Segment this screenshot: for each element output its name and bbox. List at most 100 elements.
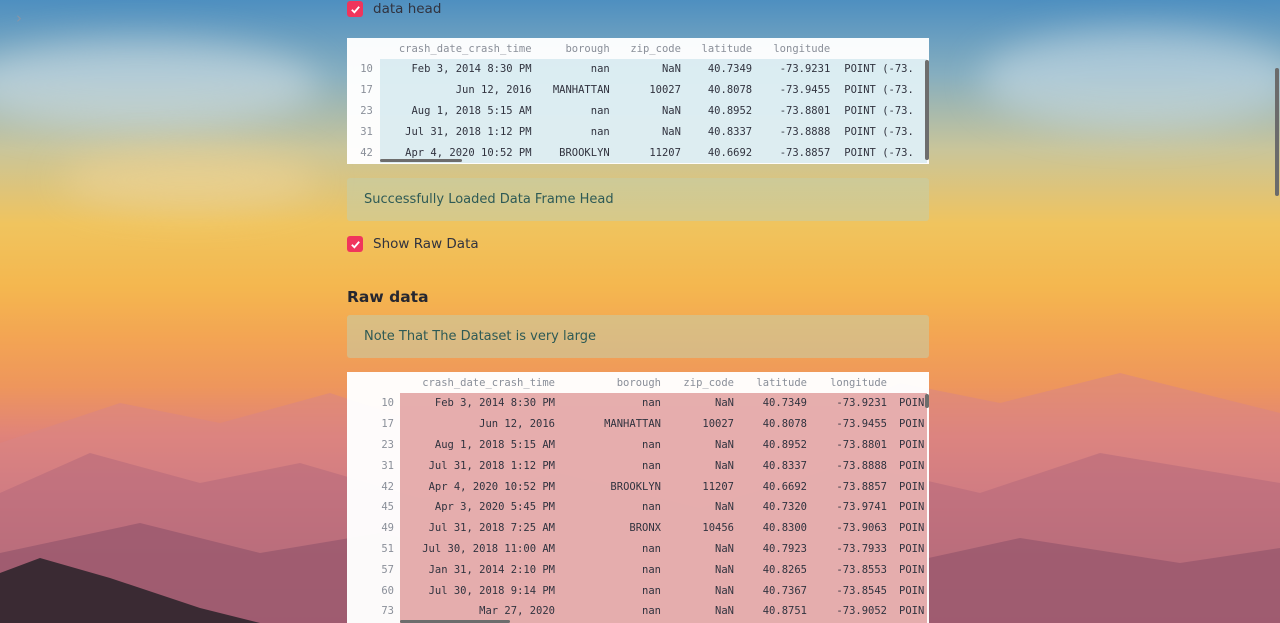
table-cell[interactable]: Jan 31, 2014 2:10 PM (394, 559, 555, 580)
column-header[interactable]: zip_code (661, 372, 734, 393)
column-header[interactable]: latitude (734, 372, 807, 393)
table-cell[interactable]: Jul 30, 2018 9:14 PM (394, 580, 555, 601)
table-cell[interactable]: -73.9455 (807, 414, 887, 435)
table-cell[interactable]: -73.9052 (807, 601, 887, 622)
page-scrollbar[interactable] (1275, 68, 1279, 196)
table-cell[interactable]: POIN (887, 435, 927, 456)
table-cell[interactable]: -73.9231 (752, 59, 831, 80)
checkbox-show-raw-data[interactable]: Show Raw Data (347, 236, 479, 252)
table-cell[interactable]: Apr 3, 2020 5:45 PM (394, 497, 555, 518)
table-cell[interactable]: NaN (661, 580, 734, 601)
table-cell[interactable]: BROOKLYN (532, 142, 610, 163)
table-cell[interactable]: NaN (661, 601, 734, 622)
table-cell[interactable]: POIN (887, 559, 927, 580)
table-cell[interactable]: -73.8888 (752, 121, 831, 142)
table-cell[interactable]: nan (555, 435, 661, 456)
table-cell[interactable]: nan (555, 455, 661, 476)
table-cell[interactable]: Jul 31, 2018 1:12 PM (394, 455, 555, 476)
table-cell[interactable]: NaN (661, 393, 734, 414)
column-header-index[interactable] (347, 38, 373, 59)
table-cell[interactable]: -73.9231 (807, 393, 887, 414)
table-cell[interactable]: 40.6692 (681, 142, 752, 163)
table-cell[interactable]: 11207 (661, 476, 734, 497)
table-row[interactable]: 42 Apr 4, 2020 10:52 PM BROOKLYN 11207 4… (347, 476, 927, 497)
table-cell[interactable]: POIN (887, 580, 927, 601)
table-cell[interactable]: Apr 4, 2020 10:52 PM (394, 476, 555, 497)
table-cell[interactable]: POIN (887, 455, 927, 476)
table-cell[interactable]: Feb 3, 2014 8:30 PM (394, 393, 555, 414)
table-cell[interactable]: POIN (887, 393, 927, 414)
table-cell[interactable]: nan (532, 121, 610, 142)
table-cell[interactable]: 40.8078 (681, 80, 752, 101)
column-header[interactable]: crash_date_crash_time (373, 38, 532, 59)
table-cell[interactable]: -73.8857 (807, 476, 887, 497)
table-cell[interactable]: MANHATTAN (555, 414, 661, 435)
table-cell[interactable]: 40.8751 (734, 601, 807, 622)
table-row[interactable]: 73 Mar 27, 2020 nan NaN 40.8751 -73.9052… (347, 601, 927, 622)
table-cell[interactable]: 40.7367 (734, 580, 807, 601)
table-row[interactable]: 23 Aug 1, 2018 5:15 AM nan NaN 40.8952 -… (347, 435, 927, 456)
table-row[interactable]: 10 Feb 3, 2014 8:30 PM nan NaN 40.7349 -… (347, 393, 927, 414)
table-cell[interactable]: Feb 3, 2014 8:30 PM (373, 59, 531, 80)
table-row[interactable]: 60 Jul 30, 2018 9:14 PM nan NaN 40.7367 … (347, 580, 927, 601)
table-cell[interactable]: -73.9741 (807, 497, 887, 518)
table-cell[interactable]: MANHATTAN (532, 80, 610, 101)
table-row[interactable]: 23 Aug 1, 2018 5:15 AM nan NaN 40.8952 -… (347, 101, 929, 122)
table-cell[interactable]: POINT (-73. (830, 142, 929, 163)
table-cell[interactable]: nan (555, 580, 661, 601)
dataframe-head[interactable]: crash_date_crash_time borough zip_code l… (347, 38, 929, 164)
checkbox-data-head[interactable]: data head (347, 1, 441, 17)
table-cell[interactable]: POINT (-73. (830, 101, 929, 122)
table-cell[interactable]: POINT (-73. (830, 59, 929, 80)
dataframe-vertical-scrollbar[interactable] (925, 394, 929, 408)
table-row[interactable]: 45 Apr 3, 2020 5:45 PM nan NaN 40.7320 -… (347, 497, 927, 518)
dataframe-horizontal-scrollbar[interactable] (380, 159, 462, 162)
table-cell[interactable]: nan (532, 101, 610, 122)
dataframe-raw[interactable]: crash_date_crash_time borough zip_code l… (347, 372, 929, 623)
table-cell[interactable]: -73.7933 (807, 539, 887, 560)
table-cell[interactable]: -73.8857 (752, 142, 831, 163)
column-header[interactable]: latitude (681, 38, 753, 59)
table-cell[interactable]: Mar 27, 2020 (394, 601, 555, 622)
table-row[interactable]: 10 Feb 3, 2014 8:30 PM nan NaN 40.7349 -… (347, 59, 929, 80)
table-cell[interactable]: POINT (-73. (830, 121, 929, 142)
table-row[interactable]: 31 Jul 31, 2018 1:12 PM nan NaN 40.8337 … (347, 455, 927, 476)
table-cell[interactable]: POINT (-73. (830, 80, 929, 101)
table-cell[interactable]: 10456 (661, 518, 734, 539)
table-cell[interactable]: 40.7349 (734, 393, 807, 414)
table-cell[interactable]: 40.8265 (734, 559, 807, 580)
table-cell[interactable]: nan (555, 559, 661, 580)
table-cell[interactable]: Jul 30, 2018 11:00 AM (394, 539, 555, 560)
table-cell[interactable]: nan (555, 393, 661, 414)
column-header[interactable] (830, 38, 929, 59)
table-row[interactable]: 57 Jan 31, 2014 2:10 PM nan NaN 40.8265 … (347, 559, 927, 580)
table-cell[interactable]: nan (532, 59, 610, 80)
table-cell[interactable]: NaN (610, 59, 681, 80)
column-header[interactable]: crash_date_crash_time (394, 372, 555, 393)
table-cell[interactable]: Jul 31, 2018 1:12 PM (373, 121, 531, 142)
column-header[interactable]: zip_code (610, 38, 681, 59)
table-row[interactable]: 31 Jul 31, 2018 1:12 PM nan NaN 40.8337 … (347, 121, 929, 142)
column-header[interactable]: longitude (752, 38, 830, 59)
table-row[interactable]: 49 Jul 31, 2018 7:25 AM BRONX 10456 40.8… (347, 518, 927, 539)
table-cell[interactable]: -73.8801 (807, 435, 887, 456)
table-cell[interactable]: -73.8545 (807, 580, 887, 601)
table-cell[interactable]: -73.8553 (807, 559, 887, 580)
table-cell[interactable]: NaN (610, 101, 681, 122)
table-cell[interactable]: NaN (610, 121, 681, 142)
table-cell[interactable]: Jun 12, 2016 (394, 414, 555, 435)
table-cell[interactable]: NaN (661, 539, 734, 560)
table-cell[interactable]: nan (555, 601, 661, 622)
column-header[interactable] (887, 372, 927, 393)
table-row[interactable]: 17 Jun 12, 2016 MANHATTAN 10027 40.8078 … (347, 414, 927, 435)
column-header[interactable]: longitude (807, 372, 887, 393)
table-cell[interactable]: nan (555, 539, 661, 560)
table-cell[interactable]: POIN (887, 601, 927, 622)
checkbox-checked-icon[interactable] (347, 1, 363, 17)
chevron-right-icon[interactable]: › (16, 9, 22, 27)
table-cell[interactable]: -73.8801 (752, 101, 831, 122)
table-cell[interactable]: 40.8337 (681, 121, 752, 142)
table-cell[interactable]: NaN (661, 559, 734, 580)
table-cell[interactable]: NaN (661, 435, 734, 456)
table-cell[interactable]: POIN (887, 539, 927, 560)
